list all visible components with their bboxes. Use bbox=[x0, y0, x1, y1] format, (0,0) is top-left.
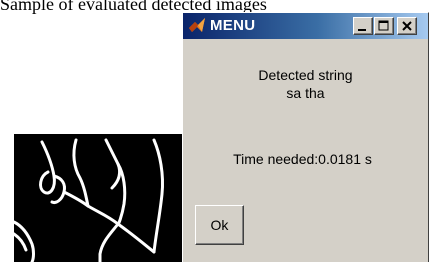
maximize-icon bbox=[378, 20, 389, 31]
matlab-icon bbox=[187, 16, 207, 36]
window-title: MENU bbox=[210, 17, 256, 34]
minimize-icon bbox=[358, 29, 366, 31]
maximize-button[interactable] bbox=[374, 17, 394, 35]
detected-string-value: sa tha bbox=[286, 85, 325, 101]
ok-button[interactable]: Ok bbox=[195, 205, 244, 245]
close-icon bbox=[402, 21, 412, 31]
menu-window: MENU Detected string sa tha Time needed:… bbox=[182, 12, 429, 262]
screen: Sample of evaluated detected images MENU… bbox=[0, 0, 432, 262]
window-titlebar[interactable]: MENU bbox=[183, 13, 428, 39]
close-button[interactable] bbox=[397, 17, 417, 35]
time-needed-text: Time needed:0.0181 s bbox=[233, 151, 372, 167]
minimize-button[interactable] bbox=[353, 17, 373, 35]
dialog-content: Detected string sa tha Time needed:0.018… bbox=[183, 39, 428, 262]
detected-string-label: Detected string bbox=[258, 67, 353, 83]
